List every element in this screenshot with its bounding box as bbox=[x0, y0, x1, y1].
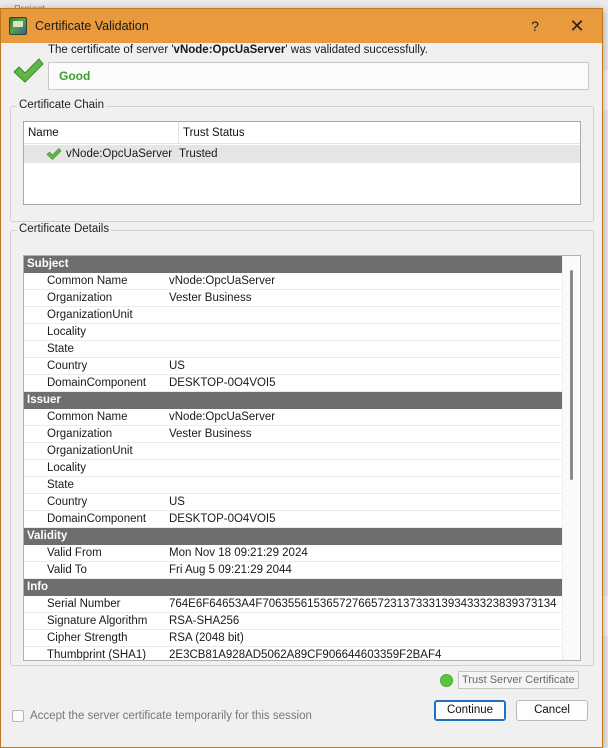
detail-key: Signature Algorithm bbox=[47, 615, 148, 627]
detail-key: State bbox=[47, 343, 74, 355]
detail-row[interactable]: Valid From Mon Nov 18 09:21:29 2024 bbox=[24, 545, 562, 562]
detail-row[interactable]: Country US bbox=[24, 358, 562, 375]
detail-key: DomainComponent bbox=[47, 513, 147, 525]
detail-value: vNode:OpcUaServer bbox=[169, 275, 276, 287]
detail-key: Organization bbox=[47, 292, 113, 304]
detail-row[interactable]: Common Name vNode:OpcUaServer bbox=[24, 409, 562, 426]
chain-table-header: Name Trust Status bbox=[24, 122, 580, 144]
detail-key: OrganizationUnit bbox=[47, 445, 133, 457]
detail-row[interactable]: Organization Vester Business bbox=[24, 426, 562, 443]
detail-row[interactable]: Signature Algorithm RSA-SHA256 bbox=[24, 613, 562, 630]
dialog-title: Certificate Validation bbox=[35, 19, 149, 33]
detail-value: Vester Business bbox=[169, 428, 252, 440]
detail-key: Serial Number bbox=[47, 598, 121, 610]
section-header: Info bbox=[24, 579, 562, 596]
detail-key: Cipher Strength bbox=[47, 632, 128, 644]
validated-check-icon bbox=[13, 58, 44, 83]
detail-key: Locality bbox=[47, 326, 86, 338]
detail-value: vNode:OpcUaServer bbox=[169, 411, 276, 423]
certificate-chain-table[interactable]: Name Trust Status vNode:OpcUaServer Trus… bbox=[23, 121, 581, 205]
cancel-button[interactable]: Cancel bbox=[516, 700, 588, 721]
detail-value: Vester Business bbox=[169, 292, 252, 304]
detail-key: Organization bbox=[47, 428, 113, 440]
title-bar[interactable]: Certificate Validation ? ✕ bbox=[1, 9, 602, 43]
detail-row[interactable]: Thumbprint (SHA1) 2E3CB81A928AD5062A89CF9… bbox=[24, 647, 562, 661]
certificate-details-legend: Certificate Details bbox=[17, 223, 112, 235]
detail-row[interactable]: DomainComponent DESKTOP-0O4VOI5 bbox=[24, 375, 562, 392]
section-header: Issuer bbox=[24, 392, 562, 409]
continue-button[interactable]: Continue bbox=[434, 700, 506, 721]
status-box: Good bbox=[48, 62, 589, 90]
detail-key: Valid To bbox=[47, 564, 87, 576]
certificate-chain-legend: Certificate Chain bbox=[17, 99, 107, 111]
detail-key: Common Name bbox=[47, 275, 128, 287]
detail-value: RSA-SHA256 bbox=[169, 615, 240, 627]
detail-row[interactable]: Valid To Fri Aug 5 09:21:29 2044 bbox=[24, 562, 562, 579]
detail-value: Mon Nov 18 09:21:29 2024 bbox=[169, 547, 308, 559]
validation-message: The certificate of server 'vNode:OpcUaSe… bbox=[48, 44, 428, 56]
validation-status: Good bbox=[59, 69, 91, 83]
accept-temporarily-checkbox[interactable] bbox=[12, 710, 24, 722]
detail-value: 2E3CB81A928AD5062A89CF906644603359F2BAF4 bbox=[169, 649, 442, 661]
chain-row-name: vNode:OpcUaServer bbox=[66, 148, 173, 160]
server-name: vNode:OpcUaServer bbox=[173, 44, 286, 56]
detail-key: Country bbox=[47, 496, 88, 508]
detail-key: Country bbox=[47, 360, 88, 372]
detail-value: 764E6F64653A4F70635561536572766572313733… bbox=[169, 598, 557, 610]
detail-key: Thumbprint (SHA1) bbox=[47, 649, 147, 661]
accept-temporarily-label: Accept the server certificate temporaril… bbox=[30, 710, 312, 722]
message-prefix: The certificate of server ' bbox=[48, 44, 174, 56]
detail-row[interactable]: Organization Vester Business bbox=[24, 290, 562, 307]
detail-key: DomainComponent bbox=[47, 377, 147, 389]
detail-value: RSA (2048 bit) bbox=[169, 632, 244, 644]
help-button[interactable]: ? bbox=[514, 9, 556, 43]
detail-row[interactable]: State bbox=[24, 341, 562, 358]
detail-row[interactable]: OrganizationUnit bbox=[24, 307, 562, 324]
app-icon bbox=[9, 17, 27, 35]
trust-server-certificate-button[interactable]: Trust Server Certificate bbox=[440, 670, 580, 690]
section-header: Validity bbox=[24, 528, 562, 545]
chain-row-trust-status: Trusted bbox=[179, 148, 218, 160]
section-header: Subject bbox=[24, 256, 562, 273]
detail-row[interactable]: Common Name vNode:OpcUaServer bbox=[24, 273, 562, 290]
detail-value: DESKTOP-0O4VOI5 bbox=[169, 513, 276, 525]
detail-key: Valid From bbox=[47, 547, 102, 559]
certificate-chain-group: Certificate Chain Name Trust Status vNod… bbox=[10, 99, 594, 222]
detail-row[interactable]: Cipher Strength RSA (2048 bit) bbox=[24, 630, 562, 647]
trust-server-certificate-label[interactable]: Trust Server Certificate bbox=[458, 671, 579, 689]
chain-row[interactable]: vNode:OpcUaServer Trusted bbox=[24, 145, 580, 163]
detail-row[interactable]: Locality bbox=[24, 324, 562, 341]
scrollbar-thumb[interactable] bbox=[570, 270, 573, 480]
trust-indicator-icon bbox=[440, 673, 453, 687]
detail-value: Fri Aug 5 09:21:29 2044 bbox=[169, 564, 292, 576]
detail-value: US bbox=[169, 360, 185, 372]
detail-key: State bbox=[47, 479, 74, 491]
detail-key: Common Name bbox=[47, 411, 128, 423]
detail-row[interactable]: Serial Number 764E6F64653A4F7063556153657… bbox=[24, 596, 562, 613]
detail-row[interactable]: Country US bbox=[24, 494, 562, 511]
column-header-trust-status[interactable]: Trust Status bbox=[179, 122, 249, 143]
check-icon bbox=[46, 148, 62, 160]
detail-key: Locality bbox=[47, 462, 86, 474]
detail-value: DESKTOP-0O4VOI5 bbox=[169, 377, 276, 389]
detail-row[interactable]: Locality bbox=[24, 460, 562, 477]
message-suffix: ' was validated successfully. bbox=[285, 44, 429, 56]
details-scrollbar[interactable] bbox=[562, 256, 580, 660]
detail-row[interactable]: OrganizationUnit bbox=[24, 443, 562, 460]
column-header-name[interactable]: Name bbox=[24, 122, 179, 143]
close-button[interactable]: ✕ bbox=[556, 9, 598, 43]
certificate-details-group: Certificate Details Subject Common Name vN… bbox=[10, 223, 594, 666]
validation-message-area: The certificate of server 'vNode:OpcUaSe… bbox=[10, 44, 594, 96]
accept-temporarily-row[interactable]: Accept the server certificate temporaril… bbox=[12, 710, 312, 722]
detail-value: US bbox=[169, 496, 185, 508]
detail-row[interactable]: State bbox=[24, 477, 562, 494]
details-list: Subject Common Name vNode:OpcUaServer Organ… bbox=[24, 256, 562, 661]
detail-row[interactable]: DomainComponent DESKTOP-0O4VOI5 bbox=[24, 511, 562, 528]
certificate-details-table[interactable]: Subject Common Name vNode:OpcUaServer Organ… bbox=[23, 255, 581, 661]
detail-key: OrganizationUnit bbox=[47, 309, 133, 321]
